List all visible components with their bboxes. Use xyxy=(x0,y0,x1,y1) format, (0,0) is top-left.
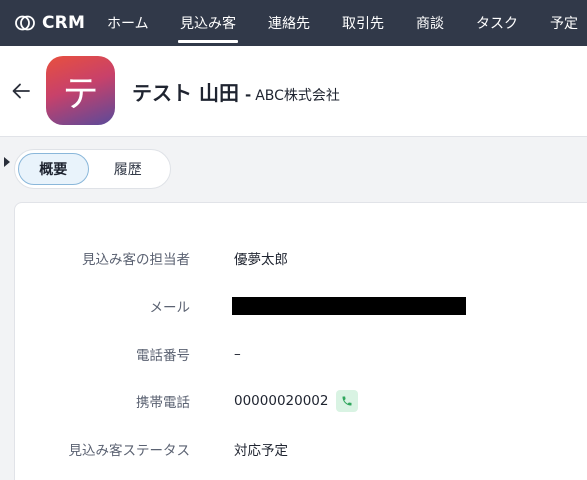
phone-icon xyxy=(342,396,352,406)
nav-item-tasks[interactable]: タスク xyxy=(476,0,518,46)
field-row-phone: 電話番号 – xyxy=(15,342,587,366)
field-label: 見込み客ステータス xyxy=(68,443,191,459)
nav-item-deals[interactable]: 商談 xyxy=(416,0,444,46)
field-value[interactable]: 対応予定 xyxy=(234,439,288,459)
nav-item-home[interactable]: ホーム xyxy=(107,0,149,46)
expand-panel-icon[interactable] xyxy=(3,156,11,168)
brand-name: CRM xyxy=(42,13,86,33)
detail-tabs: 概要 履歴 xyxy=(14,149,171,189)
crm-logo-icon xyxy=(15,15,35,31)
tab-history[interactable]: 履歴 xyxy=(89,153,167,185)
field-value[interactable]: 優夢太郎 xyxy=(234,248,288,268)
nav-item-leads[interactable]: 見込み客 xyxy=(178,0,238,46)
field-row-lead-owner: 見込み客の担当者 優夢太郎 xyxy=(15,246,587,270)
field-row-mobile: 携帯電話 00000020002 xyxy=(15,389,587,413)
mobile-value: 00000020002 xyxy=(234,390,359,412)
details-card: 見込み客の担当者 優夢太郎 メール 電話番号 – 携帯電話 0000002000… xyxy=(14,202,587,480)
company-name[interactable]: ABC株式会社 xyxy=(255,85,340,105)
record-header: テ テスト 山田 - ABC株式会社 xyxy=(0,46,587,137)
nav-item-accounts[interactable]: 取引先 xyxy=(342,0,384,46)
field-value: – xyxy=(234,346,241,362)
field-label: メール xyxy=(149,300,191,316)
call-button[interactable] xyxy=(336,390,359,412)
record-name: テスト 山田 xyxy=(132,81,239,105)
field-row-email: メール xyxy=(15,294,587,318)
avatar-letter: テ xyxy=(62,73,99,115)
tab-overview[interactable]: 概要 xyxy=(18,153,89,185)
record-title: テスト 山田 - ABC株式会社 xyxy=(132,77,340,106)
top-nav: CRM ホーム 見込み客 連絡先 取引先 商談 タスク 予定 xyxy=(0,0,587,46)
field-label: 電話番号 xyxy=(136,348,190,364)
title-separator: - xyxy=(244,86,252,104)
brand[interactable]: CRM xyxy=(0,0,100,46)
back-arrow-icon[interactable] xyxy=(10,80,32,102)
nav-item-events[interactable]: 予定 xyxy=(550,0,578,46)
field-row-lead-status: 見込み客ステータス 対応予定 xyxy=(15,437,587,461)
field-label: 携帯電話 xyxy=(136,395,190,411)
field-label: 見込み客の担当者 xyxy=(82,252,190,268)
nav-item-contacts[interactable]: 連絡先 xyxy=(268,0,310,46)
avatar: テ xyxy=(46,56,115,125)
redacted-email xyxy=(232,297,466,315)
field-value[interactable]: 00000020002 xyxy=(234,393,328,409)
